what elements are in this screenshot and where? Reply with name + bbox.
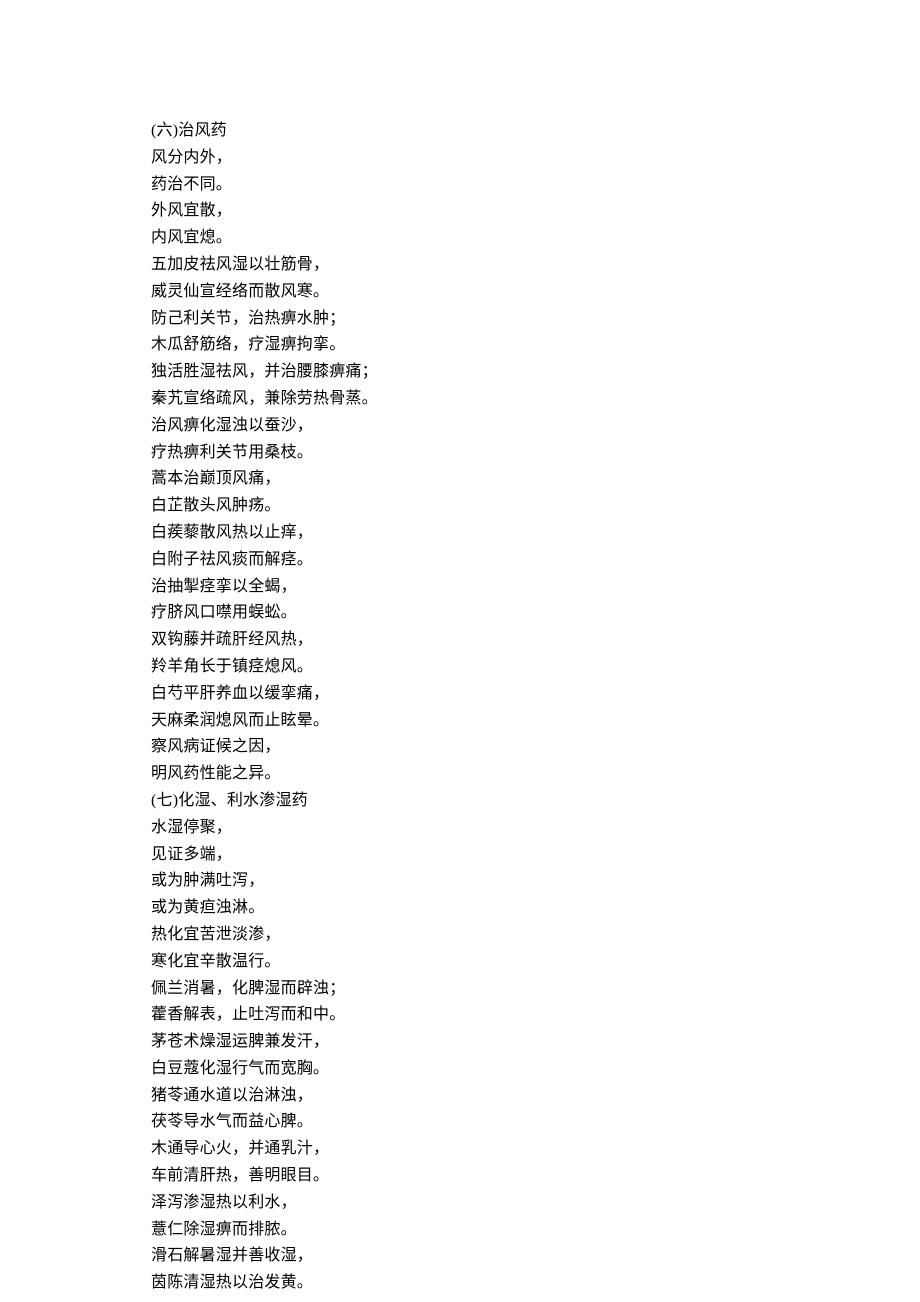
text-line: 寒化宜辛散温行。	[151, 949, 920, 976]
text-line: 木瓜舒筋络，疗湿痹拘挛。	[151, 332, 920, 359]
text-line: 白豆蔻化湿行气而宽胸。	[151, 1056, 920, 1083]
text-line: 茅苍术燥湿运脾兼发汗，	[151, 1029, 920, 1056]
text-line: 疗热痹利关节用桑枝。	[151, 440, 920, 467]
text-line: 茯苓导水气而益心脾。	[151, 1109, 920, 1136]
text-line: 秦艽宣络疏风，兼除劳热骨蒸。	[151, 386, 920, 413]
text-line: 佩兰消暑，化脾湿而辟浊；	[151, 976, 920, 1003]
text-line: 泽泻渗湿热以利水，	[151, 1190, 920, 1217]
text-line: 白附子祛风痰而解痉。	[151, 547, 920, 574]
document-page: (六)治风药 风分内外， 药治不同。 外风宜散， 内风宜熄。 五加皮祛风湿以壮筋…	[0, 0, 920, 1302]
text-line: 羚羊角长于镇痉熄风。	[151, 654, 920, 681]
text-line: 治风痹化湿浊以蚕沙，	[151, 413, 920, 440]
text-line: 风分内外，	[151, 145, 920, 172]
text-line: 内风宜熄。	[151, 225, 920, 252]
text-line: 或为肿满吐泻，	[151, 868, 920, 895]
text-line: 双钩藤并疏肝经风热，	[151, 627, 920, 654]
text-line: 药治不同。	[151, 172, 920, 199]
text-line: 明风药性能之异。	[151, 761, 920, 788]
text-line: 车前清肝热，善明眼目。	[151, 1163, 920, 1190]
text-line: 威灵仙宣经络而散风寒。	[151, 279, 920, 306]
text-line: 防己利关节，治热痹水肿；	[151, 306, 920, 333]
text-line: 热化宜苦泄淡渗，	[151, 922, 920, 949]
text-line: 疗脐风口噤用蜈蚣。	[151, 600, 920, 627]
text-line: 木通导心火，并通乳汁，	[151, 1136, 920, 1163]
text-line: 察风病证候之因，	[151, 734, 920, 761]
text-line: 水湿停聚，	[151, 815, 920, 842]
text-line: (七)化湿、利水渗湿药	[151, 788, 920, 815]
text-line: 猪苓通水道以治淋浊，	[151, 1083, 920, 1110]
text-line: 藿香解表，止吐泻而和中。	[151, 1002, 920, 1029]
text-line: 天麻柔润熄风而止眩晕。	[151, 708, 920, 735]
text-line: 白蒺藜散风热以止痒，	[151, 520, 920, 547]
text-line: 茵陈清湿热以治发黄。	[151, 1270, 920, 1297]
text-line: 滑石解暑湿并善收湿，	[151, 1243, 920, 1270]
text-line: 薏仁除湿痹而排脓。	[151, 1217, 920, 1244]
text-line: 或为黄疸浊淋。	[151, 895, 920, 922]
text-line: 白芍平肝养血以缓挛痛，	[151, 681, 920, 708]
text-line: (六)治风药	[151, 118, 920, 145]
text-line: 外风宜散，	[151, 198, 920, 225]
text-line: 治抽掣痉挛以全蝎，	[151, 574, 920, 601]
text-line: 见证多端，	[151, 842, 920, 869]
text-line: 五加皮祛风湿以壮筋骨，	[151, 252, 920, 279]
text-line: 蒿本治巅顶风痛，	[151, 466, 920, 493]
text-line: 独活胜湿祛风，并治腰膝痹痛；	[151, 359, 920, 386]
text-line: 白芷散头风肿疡。	[151, 493, 920, 520]
